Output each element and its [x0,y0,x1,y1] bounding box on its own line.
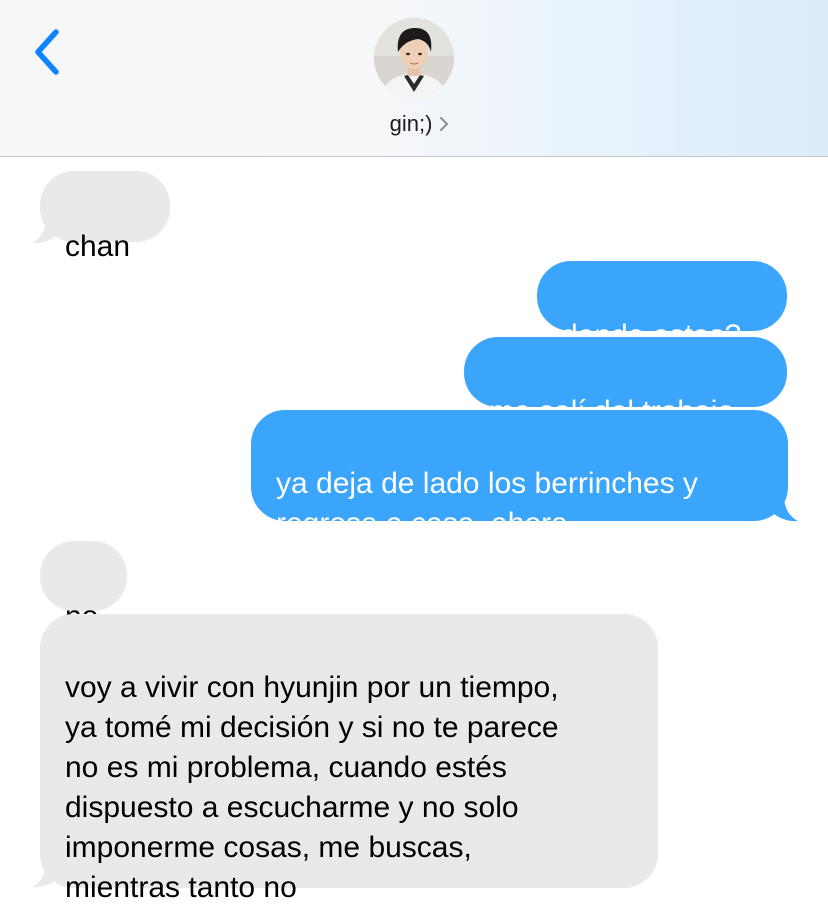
message-text: ya deja de lado los berrinches y regresa… [276,467,698,540]
received-bubble-tail [32,218,60,244]
chevron-left-icon [35,29,59,75]
messages-screen: gin;) chan donde estas? me salí del trab… [0,0,828,913]
received-bubble-tail [32,862,60,888]
message-text: chan [65,230,131,263]
contact-details-link[interactable]: gin;) [0,108,828,140]
received-message-bubble[interactable]: voy a vivir con hyunjin por un tiempo, y… [40,614,658,904]
back-button[interactable] [28,24,68,80]
sent-message-bubble[interactable]: ya deja de lado los berrinches y regresa… [251,410,788,540]
message-text: voy a vivir con hyunjin por un tiempo, y… [65,671,559,904]
avatar-photo [374,18,454,98]
sent-bubble-tail [770,496,798,522]
sent-message-bubble[interactable]: me salí del trabajo [464,337,787,428]
conversation-header: gin;) [0,0,828,157]
sent-message-bubble[interactable]: donde estas? [537,261,787,352]
received-message-bubble[interactable]: no [40,541,127,633]
avatar[interactable] [374,18,454,98]
chevron-right-icon [440,117,449,131]
contact-name: gin;) [389,111,433,136]
